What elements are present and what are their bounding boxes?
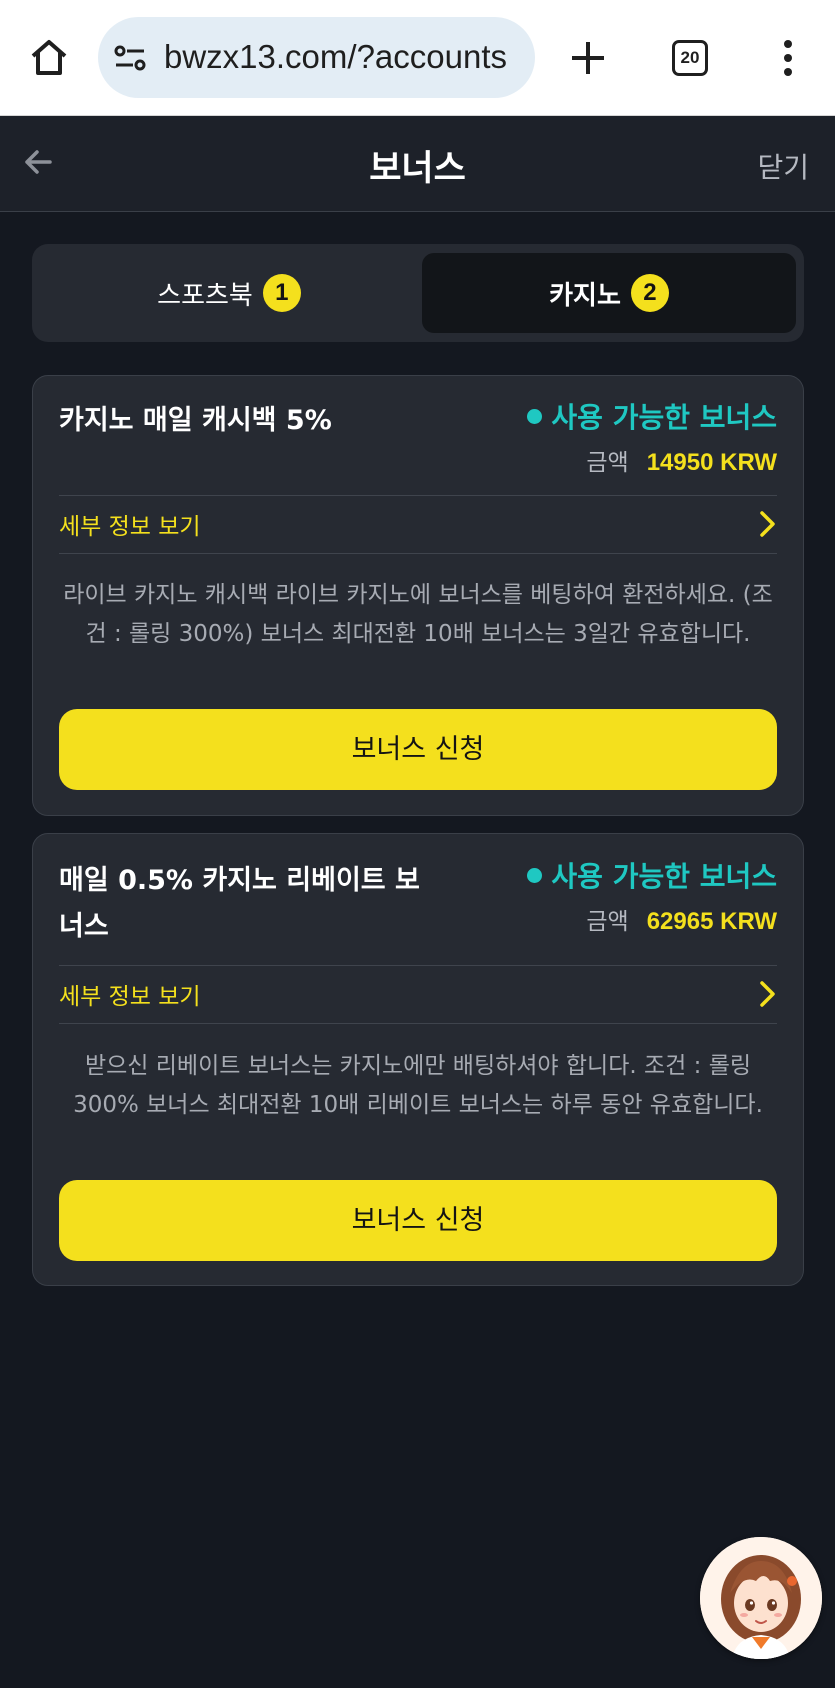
status-text: 사용 가능한 보너스 [551, 401, 777, 434]
avatar-illustration [700, 1537, 822, 1659]
site-settings-icon[interactable] [114, 45, 146, 71]
amount-row: 금액 14950 KRW [586, 443, 777, 477]
amount-label: 금액 [586, 450, 629, 476]
amount-label: 금액 [586, 909, 629, 935]
details-label: 세부 정보 보기 [59, 514, 201, 540]
app-header: 보너스 닫기 [0, 116, 835, 212]
details-link[interactable]: 세부 정보 보기 [59, 967, 777, 1021]
amount-value: 14950 KRW [646, 449, 777, 476]
more-vert-icon[interactable] [778, 38, 798, 78]
bonus-card: 카지노 매일 캐시백 5% 사용 가능한 보너스 금액 14950 KRW 세부… [32, 375, 804, 816]
apply-bonus-button[interactable]: 보너스 신청 [59, 1180, 777, 1261]
status-dot-icon [527, 867, 543, 883]
tabs-icon[interactable]: 20 [672, 40, 708, 76]
status-dot-icon [527, 408, 543, 424]
divider [59, 965, 777, 966]
bonus-description: 받으신 리베이트 보너스는 카지노에만 배팅하셔야 합니다. 조건 : 롤링 3… [73, 1053, 763, 1118]
details-label: 세부 정보 보기 [59, 984, 201, 1010]
url-text[interactable]: bwzx13.com/?accounts [164, 37, 525, 77]
bonus-card: 매일 0.5% 카지노 리베이트 보너스 사용 가능한 보너스 금액 62965… [32, 833, 804, 1286]
home-icon[interactable] [28, 36, 70, 78]
amount-value: 62965 KRW [646, 908, 777, 935]
page-title: 보너스 [369, 149, 466, 189]
details-link[interactable]: 세부 정보 보기 [59, 497, 777, 551]
tab-label: 스포츠북 [157, 280, 253, 311]
divider [59, 1023, 777, 1024]
close-button[interactable]: 닫기 [757, 146, 809, 186]
plus-icon[interactable] [568, 38, 608, 78]
status-indicator: 사용 가능한 보너스 [527, 396, 777, 436]
divider [59, 495, 777, 496]
bonus-category-tabs: 스포츠북 1 카지노 2 [32, 244, 804, 342]
tab-label: 카지노 [549, 280, 621, 311]
bonus-title: 매일 0.5% 카지노 리베이트 보너스 [59, 865, 420, 942]
amount-row: 금액 62965 KRW [586, 902, 777, 936]
tab-sportsbook[interactable]: 스포츠북 1 [42, 253, 416, 333]
status-text: 사용 가능한 보너스 [551, 860, 777, 893]
count-badge: 1 [262, 274, 301, 312]
address-bar[interactable]: bwzx13.com/?accounts [98, 17, 535, 98]
count-badge: 2 [630, 274, 669, 312]
bonus-description: 라이브 카지노 캐시백 라이브 카지노에 보너스를 베팅하여 환전하세요. (조… [63, 582, 773, 647]
bonus-title: 카지노 매일 캐시백 5% [59, 405, 332, 436]
browser-toolbar: bwzx13.com/?accounts 20 [0, 0, 835, 116]
apply-bonus-button[interactable]: 보너스 신청 [59, 709, 777, 790]
chevron-right-icon [760, 511, 775, 537]
chevron-right-icon [760, 981, 775, 1007]
status-indicator: 사용 가능한 보너스 [527, 855, 777, 895]
support-avatar[interactable] [700, 1537, 822, 1659]
divider [59, 553, 777, 554]
tab-casino[interactable]: 카지노 2 [422, 253, 796, 333]
